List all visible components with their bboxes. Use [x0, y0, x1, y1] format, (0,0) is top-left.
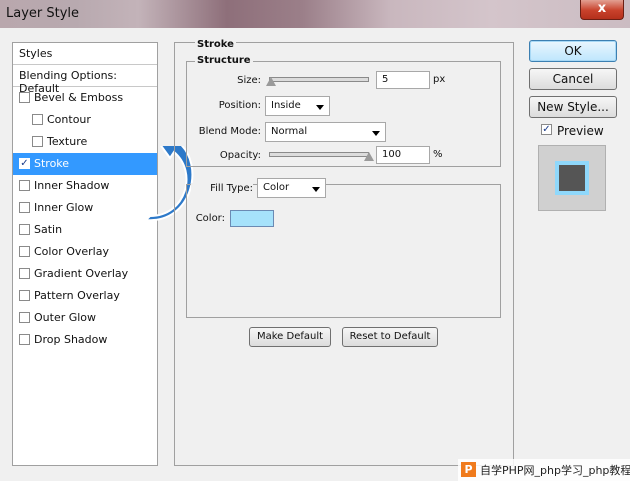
size-unit: px	[433, 74, 446, 85]
fill-type-select[interactable]: Color	[257, 178, 326, 198]
opacity-label: Opacity:	[219, 150, 261, 161]
opacity-slider-thumb[interactable]	[364, 152, 374, 161]
style-item-outer-glow[interactable]: Outer Glow	[13, 307, 157, 329]
opacity-input[interactable]: 100	[376, 146, 430, 164]
preview-swatch	[555, 161, 589, 195]
opacity-unit: %	[433, 149, 443, 160]
style-item-label: Satin	[34, 223, 63, 236]
size-input[interactable]: 5	[376, 71, 430, 89]
style-checkbox[interactable]	[32, 136, 43, 147]
structure-title: Structure	[195, 55, 253, 66]
watermark-text: 自学PHP网_php学习_php教程	[480, 464, 630, 477]
preview-label: Preview	[557, 124, 604, 138]
style-item-label: Pattern Overlay	[34, 289, 120, 302]
structure-group: Structure Size: 5 px Position: Inside Bl…	[186, 55, 501, 167]
style-item-pattern-overlay[interactable]: Pattern Overlay	[13, 285, 157, 307]
cancel-button[interactable]: Cancel	[529, 68, 617, 90]
style-checkbox[interactable]	[19, 312, 30, 323]
position-label: Position:	[218, 100, 261, 111]
style-checkbox[interactable]	[19, 92, 30, 103]
style-checkbox[interactable]	[32, 114, 43, 125]
style-item-label: Inner Shadow	[34, 179, 110, 192]
style-checkbox[interactable]	[19, 202, 30, 213]
ok-button[interactable]: OK	[529, 40, 617, 62]
position-value: Inside	[271, 100, 301, 111]
style-item-label: Color Overlay	[34, 245, 109, 258]
watermark-logo: P	[461, 462, 476, 477]
styles-header[interactable]: Styles	[13, 43, 157, 65]
fill-type-group: Fill Type: Color Color:	[186, 178, 501, 318]
style-item-label: Stroke	[34, 157, 70, 170]
style-item-label: Inner Glow	[34, 201, 94, 214]
preview-thumbnail	[538, 145, 606, 211]
chevron-down-icon	[372, 131, 380, 136]
stroke-title: Stroke	[195, 39, 236, 50]
reset-to-default-button[interactable]: Reset to Default	[342, 327, 438, 347]
style-checkbox[interactable]	[19, 180, 30, 191]
style-checkbox[interactable]	[19, 268, 30, 279]
style-item-label: Texture	[47, 135, 88, 148]
color-label: Color:	[195, 213, 225, 224]
opacity-slider-track[interactable]	[269, 152, 369, 157]
style-item-contour[interactable]: Contour	[13, 109, 157, 131]
style-checkbox[interactable]	[19, 290, 30, 301]
style-item-label: Gradient Overlay	[34, 267, 129, 280]
fill-type-value: Color	[263, 182, 290, 193]
style-checkbox[interactable]: ✓	[19, 158, 30, 169]
dialog-client: Styles Blending Options: Default Bevel &…	[0, 28, 630, 481]
style-item-label: Bevel & Emboss	[34, 91, 124, 104]
style-item-color-overlay[interactable]: Color Overlay	[13, 241, 157, 263]
blend-mode-value: Normal	[271, 126, 308, 137]
make-default-button[interactable]: Make Default	[249, 327, 331, 347]
blending-options-item[interactable]: Blending Options: Default	[13, 65, 157, 95]
close-button[interactable]: x	[580, 0, 624, 20]
style-item-label: Drop Shadow	[34, 333, 108, 346]
size-slider-track[interactable]	[269, 77, 369, 82]
new-style-button[interactable]: New Style...	[529, 96, 617, 118]
style-item-label: Outer Glow	[34, 311, 97, 324]
style-checkbox[interactable]	[19, 246, 30, 257]
blend-mode-label: Blend Mode:	[198, 126, 261, 137]
style-item-drop-shadow[interactable]: Drop Shadow	[13, 329, 157, 351]
chevron-down-icon	[316, 105, 324, 110]
position-select[interactable]: Inside	[265, 96, 330, 116]
size-slider-thumb[interactable]	[266, 77, 276, 86]
preview-checkbox[interactable]: ✓	[541, 124, 552, 135]
style-item-bevel-emboss[interactable]: Bevel & Emboss	[13, 87, 157, 109]
blend-mode-select[interactable]: Normal	[265, 122, 386, 142]
chevron-down-icon	[312, 187, 320, 192]
stroke-panel: Stroke Structure Size: 5 px Position: In…	[174, 39, 514, 466]
fill-type-label: Fill Type:	[191, 183, 253, 194]
close-icon: x	[597, 1, 607, 16]
styles-list: Styles Blending Options: Default Bevel &…	[12, 42, 158, 466]
window-title: Layer Style	[6, 6, 80, 21]
style-checkbox[interactable]	[19, 224, 30, 235]
title-bar: Layer Style x	[0, 0, 630, 28]
stroke-color-swatch[interactable]	[230, 210, 274, 227]
style-item-gradient-overlay[interactable]: Gradient Overlay	[13, 263, 157, 285]
style-checkbox[interactable]	[19, 334, 30, 345]
style-item-label: Contour	[47, 113, 91, 126]
size-label: Size:	[237, 75, 261, 86]
watermark: P 自学PHP网_php学习_php教程	[458, 459, 630, 481]
